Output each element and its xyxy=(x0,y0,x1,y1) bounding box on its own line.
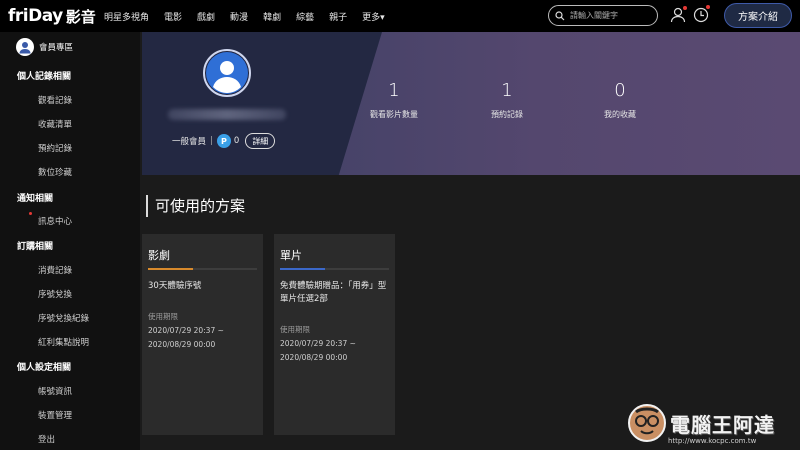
sidebar-item-reservations[interactable]: 預約記錄 xyxy=(38,142,72,154)
sidebar-item-digital-collection[interactable]: 數位珍藏 xyxy=(38,166,72,178)
search-input[interactable] xyxy=(570,11,650,20)
member-area-label: 會員專區 xyxy=(39,43,74,53)
plan-card-divider xyxy=(148,268,257,270)
stat-label: 我的收藏 xyxy=(604,110,636,119)
member-type: 一般會員 xyxy=(172,137,207,147)
unread-dot xyxy=(29,212,32,215)
sidebar-item-favorites[interactable]: 收藏清單 xyxy=(38,118,72,130)
sidebar-group-personal-records: 個人記錄相關 xyxy=(17,72,72,82)
nav-item-anime[interactable]: 動漫 xyxy=(230,10,248,23)
plan-card-description: 30天體驗序號 xyxy=(148,281,202,291)
user-avatar-icon xyxy=(19,42,31,54)
plan-card-start: 2020/07/29 20:37 ~ xyxy=(148,326,224,335)
plan-card-title: 影劇 xyxy=(148,249,170,262)
watermark-url: http://www.kocpc.com.tw xyxy=(668,437,757,445)
member-area-link[interactable]: 會員專區 xyxy=(16,38,73,56)
divider: | xyxy=(210,136,213,146)
logo-subtitle: 影音 xyxy=(65,7,96,26)
stat-value: 0 xyxy=(614,80,626,101)
profile-banner: 一般會員 | P 0 詳細 1 觀看影片數量 1 預約記錄 0 我的收藏 xyxy=(142,32,800,175)
stat-label: 觀看影片數量 xyxy=(370,110,418,119)
plan-card-single: 單片 免費體驗期贈品：「用券」型單片任選2部 使用期限 2020/07/29 2… xyxy=(274,234,395,435)
banner-left-panel xyxy=(142,32,382,175)
member-info-row: 一般會員 | P 0 詳細 xyxy=(172,133,276,149)
sidebar-item-redeem-code[interactable]: 序號兌換 xyxy=(38,288,72,300)
history-icon-button[interactable] xyxy=(691,5,711,25)
nav-item-kids[interactable]: 親子 xyxy=(329,10,347,23)
mascot-face-icon xyxy=(628,404,666,442)
main-nav: 明星多視角 電影 戲劇 動漫 韓劇 綜藝 親子 更多▾ xyxy=(104,0,400,32)
sidebar-group-notifications: 通知相關 xyxy=(17,194,54,204)
stat-value: 1 xyxy=(388,80,400,101)
sidebar-group-settings: 個人設定相關 xyxy=(17,363,72,373)
sidebar: 會員專區 個人記錄相關 觀看記錄 收藏清單 預約記錄 數位珍藏 通知相關 訊息中… xyxy=(0,32,140,450)
watermark-text: 電腦王阿達 xyxy=(670,412,775,437)
plan-card-start: 2020/07/29 20:37 ~ xyxy=(280,339,356,348)
nav-item-korean[interactable]: 韓劇 xyxy=(263,10,281,23)
stat-watched[interactable]: 1 觀看影片數量 xyxy=(354,80,434,120)
avatar xyxy=(16,38,34,56)
search-box[interactable] xyxy=(548,5,658,26)
available-plans-title: 可使用的方案 xyxy=(146,195,245,217)
logo-text: friDay xyxy=(8,6,63,26)
sidebar-item-watch-history[interactable]: 觀看記錄 xyxy=(38,94,72,106)
sidebar-item-points-info[interactable]: 紅利集點說明 xyxy=(38,336,89,348)
clock-icon xyxy=(693,7,709,23)
sidebar-group-orders: 訂購相關 xyxy=(17,242,54,252)
user-avatar-icon xyxy=(206,52,248,94)
sidebar-item-redeem-history[interactable]: 序號兌換紀錄 xyxy=(38,312,89,324)
plan-card-end: 2020/08/29 00:00 xyxy=(148,340,216,349)
plan-card-accent xyxy=(148,268,193,270)
stat-value: 1 xyxy=(501,80,513,101)
sidebar-item-messages[interactable]: 訊息中心 xyxy=(38,215,72,227)
plan-intro-button[interactable]: 方案介紹 xyxy=(724,3,792,28)
plan-card-drama: 影劇 30天體驗序號 使用期限 2020/07/29 20:37 ~ 2020/… xyxy=(142,234,263,435)
points-value: 0 xyxy=(233,136,240,146)
sidebar-item-account-info[interactable]: 帳號資訊 xyxy=(38,385,72,397)
search-icon xyxy=(555,10,565,20)
nav-item-dramas[interactable]: 戲劇 xyxy=(197,10,215,23)
blurred-username xyxy=(168,109,286,120)
plan-card-divider xyxy=(280,268,389,270)
notification-dot xyxy=(683,6,687,10)
stat-reservations[interactable]: 1 預約記錄 xyxy=(467,80,547,120)
notification-dot xyxy=(706,5,710,9)
plan-card-title: 單片 xyxy=(280,249,302,262)
sidebar-item-purchase-history[interactable]: 消費記錄 xyxy=(38,264,72,276)
nav-item-star-multiview[interactable]: 明星多視角 xyxy=(104,10,149,23)
friday-logo[interactable]: friDay 影音 xyxy=(8,4,96,28)
points-icon: P xyxy=(216,134,231,148)
plan-card-accent xyxy=(280,268,325,270)
nav-item-movies[interactable]: 電影 xyxy=(164,10,182,23)
nav-item-more[interactable]: 更多▾ xyxy=(362,10,385,23)
nav-item-variety[interactable]: 綜藝 xyxy=(296,10,314,23)
plan-card-end: 2020/08/29 00:00 xyxy=(280,353,348,362)
user-icon-button[interactable] xyxy=(668,5,688,25)
sidebar-item-logout[interactable]: 登出 xyxy=(38,433,55,445)
plan-card-period-label: 使用期限 xyxy=(280,325,310,334)
plan-card-description: 免費體驗期贈品：「用券」型單片任選2部 xyxy=(280,281,387,304)
top-navigation-bar: friDay 影音 明星多視角 電影 戲劇 動漫 韓劇 綜藝 親子 更多▾ 方案… xyxy=(0,0,800,32)
sidebar-item-device-management[interactable]: 裝置管理 xyxy=(38,409,72,421)
plan-card-period-label: 使用期限 xyxy=(148,312,178,321)
detail-button[interactable]: 詳細 xyxy=(245,133,276,149)
stat-label: 預約記錄 xyxy=(491,110,523,119)
stat-favorites[interactable]: 0 我的收藏 xyxy=(580,80,660,120)
profile-avatar xyxy=(203,49,251,97)
